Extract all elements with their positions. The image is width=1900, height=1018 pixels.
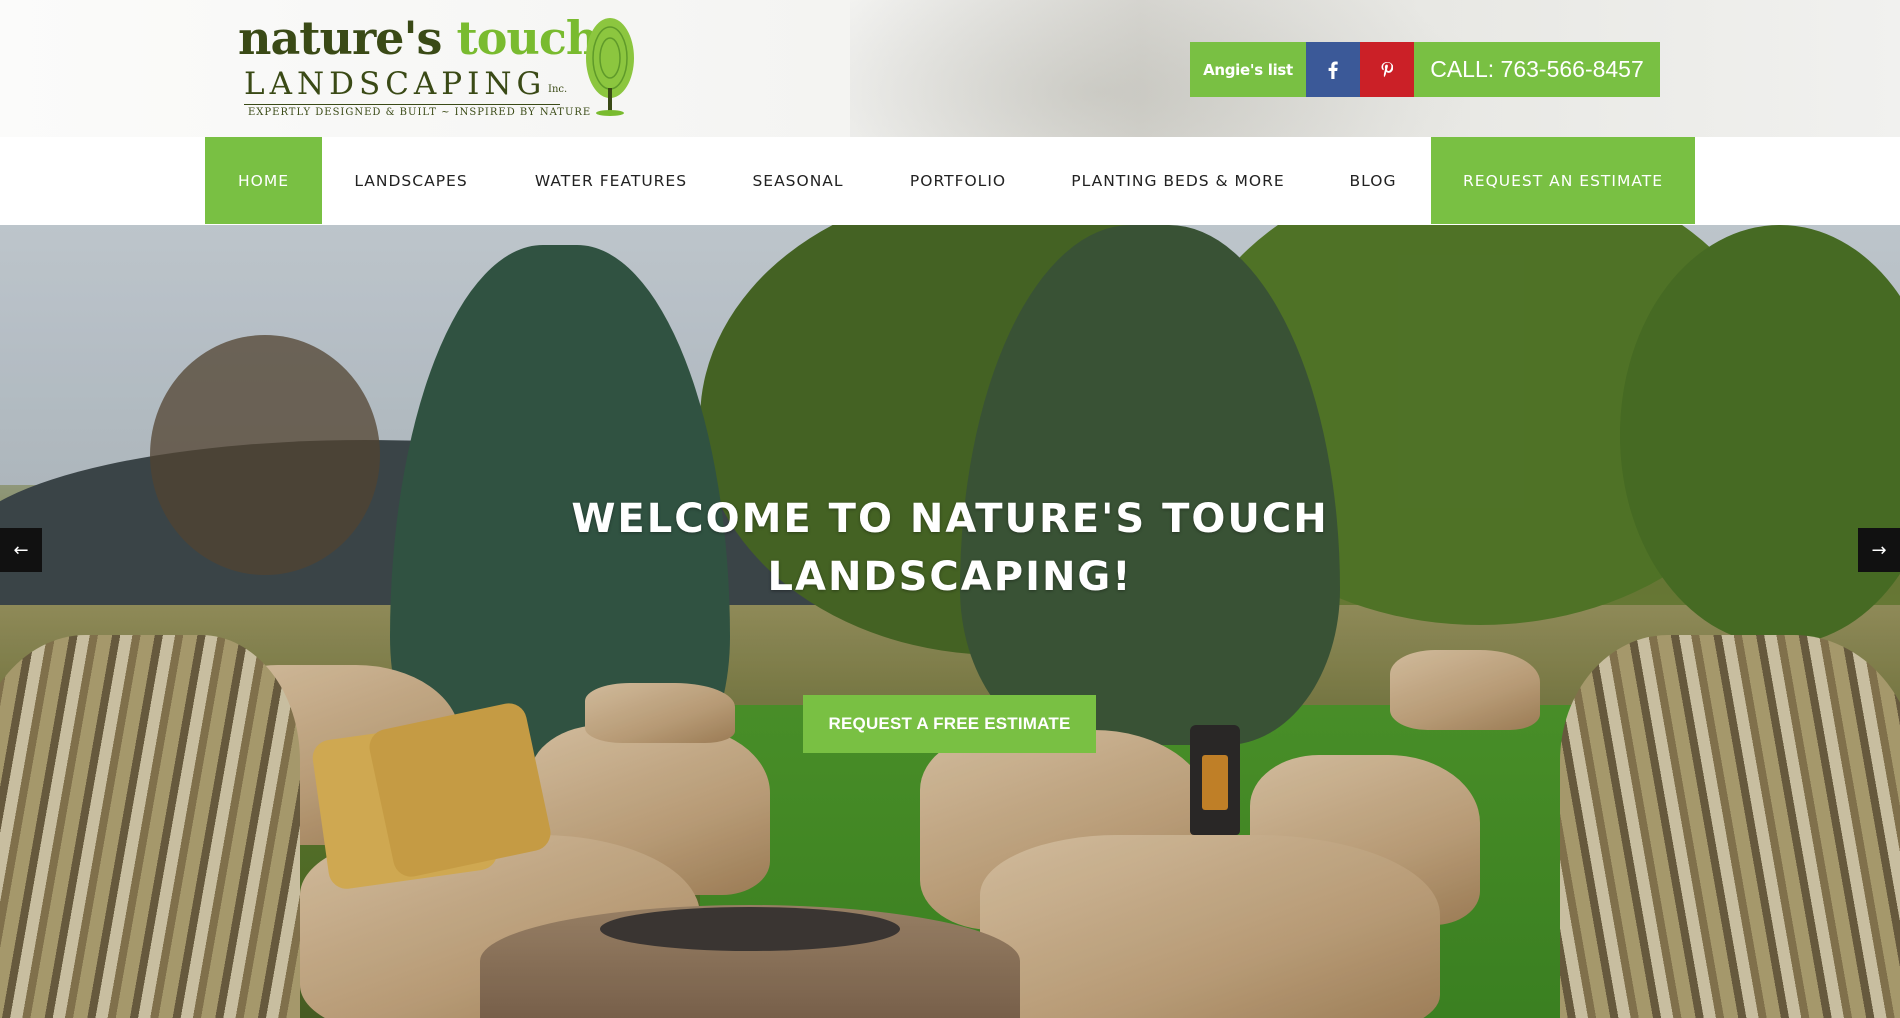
logo-divider	[244, 104, 560, 105]
nav-item-label: WATER FEATURES	[534, 171, 688, 190]
nav-item-label: PORTFOLIO	[909, 171, 1007, 190]
nav-item-water-features[interactable]: WATER FEATURES	[500, 137, 722, 224]
slider-prev-button[interactable]: ←	[0, 528, 42, 572]
hero-slider: WELCOME TO NATURE'S TOUCH LANDSCAPING! R…	[0, 225, 1900, 1018]
angies-list-button[interactable]: Angie's list	[1190, 42, 1306, 97]
hero-overlay	[0, 225, 1900, 1018]
call-label: CALL: 763-566-8457	[1430, 56, 1644, 82]
hero-title: WELCOME TO NATURE'S TOUCH LANDSCAPING!	[500, 490, 1400, 606]
nav-item-planting-beds[interactable]: PLANTING BEDS & MORE	[1042, 137, 1314, 224]
nav-item-home[interactable]: HOME	[205, 137, 322, 224]
logo-tagline: EXPERTLY DESIGNED & BUILT ~ INSPIRED BY …	[248, 107, 592, 118]
nav-item-seasonal[interactable]: SEASONAL	[722, 137, 874, 224]
nav-item-request-estimate[interactable]: REQUEST AN ESTIMATE	[1431, 137, 1695, 224]
logo-landscaping: LANDSCAPING	[244, 66, 547, 102]
pinterest-icon	[1381, 61, 1393, 77]
arrow-left-icon: ←	[13, 539, 29, 561]
logo-inc: Inc.	[548, 84, 568, 95]
site-logo[interactable]: nature's touch LANDSCAPING Inc. EXPERTLY…	[238, 11, 640, 122]
request-free-estimate-label: REQUEST A FREE ESTIMATE	[828, 714, 1071, 733]
logo-word-natures: nature's	[238, 11, 442, 65]
site-header: nature's touch LANDSCAPING Inc. EXPERTLY…	[0, 0, 1900, 137]
facebook-icon	[1328, 61, 1338, 79]
slider-next-button[interactable]: →	[1858, 528, 1900, 572]
facebook-button[interactable]	[1306, 42, 1360, 97]
logo-wordmark: nature's touch	[238, 10, 599, 66]
logo-word-touch: touch	[456, 11, 599, 65]
nav-item-label: PLANTING BEDS & MORE	[1071, 171, 1285, 190]
pinterest-button[interactable]	[1360, 42, 1414, 97]
nav-item-label: REQUEST AN ESTIMATE	[1463, 171, 1663, 190]
request-free-estimate-button[interactable]: REQUEST A FREE ESTIMATE	[803, 695, 1096, 753]
hero-title-line2: LANDSCAPING!	[767, 554, 1133, 600]
nav-item-portfolio[interactable]: PORTFOLIO	[874, 137, 1042, 224]
nav-item-label: SEASONAL	[752, 171, 844, 190]
hero-title-line1: WELCOME TO NATURE'S TOUCH	[571, 496, 1329, 542]
logo-tree-icon	[586, 18, 634, 116]
nav-item-label: HOME	[237, 171, 290, 190]
nav-item-label: LANDSCAPES	[354, 171, 468, 190]
arrow-right-icon: →	[1871, 539, 1887, 561]
nav-item-blog[interactable]: BLOG	[1314, 137, 1432, 224]
nav-item-label: BLOG	[1349, 171, 1397, 190]
call-phone-button[interactable]: CALL: 763-566-8457	[1414, 42, 1660, 97]
nav-item-landscapes[interactable]: LANDSCAPES	[322, 137, 500, 224]
angies-list-label: Angie's list	[1203, 60, 1293, 79]
main-nav: HOME LANDSCAPES WATER FEATURES SEASONAL …	[0, 137, 1900, 225]
